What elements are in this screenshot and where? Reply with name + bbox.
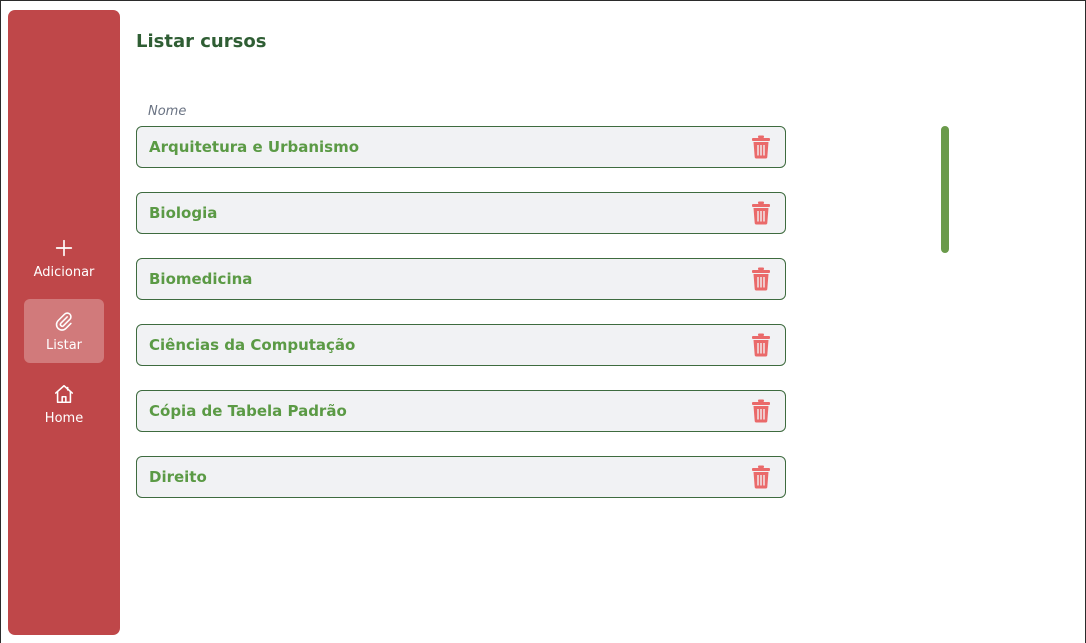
- sidebar: Adicionar Listar Home: [8, 10, 120, 635]
- trash-icon: [752, 333, 770, 357]
- window-frame: [0, 0, 1086, 643]
- trash-icon: [752, 267, 770, 291]
- list-item[interactable]: Cópia de Tabela Padrão: [136, 390, 786, 432]
- list-item[interactable]: Arquitetura e Urbanismo: [136, 126, 786, 168]
- delete-button[interactable]: [749, 200, 773, 226]
- home-icon: [54, 384, 74, 403]
- plus-icon: [55, 239, 73, 256]
- paperclip-icon: [55, 311, 72, 331]
- sidebar-item-home[interactable]: Home: [24, 372, 104, 436]
- delete-button[interactable]: [749, 332, 773, 358]
- trash-icon: [752, 399, 770, 423]
- course-name: Direito: [149, 468, 207, 486]
- trash-icon: [752, 465, 770, 489]
- course-name: Arquitetura e Urbanismo: [149, 138, 360, 156]
- list-item[interactable]: Ciências da Computação: [136, 324, 786, 366]
- scrollbar-thumb[interactable]: [941, 126, 949, 253]
- sidebar-item-label: Adicionar: [33, 264, 95, 280]
- course-name: Biomedicina: [149, 270, 253, 288]
- list-item[interactable]: Biomedicina: [136, 258, 786, 300]
- sidebar-item-label: Listar: [45, 337, 83, 353]
- sidebar-item-listar[interactable]: Listar: [24, 299, 104, 363]
- course-name: Biologia: [149, 204, 218, 222]
- delete-button[interactable]: [749, 398, 773, 424]
- trash-icon: [752, 201, 770, 225]
- list-item[interactable]: Biologia: [136, 192, 786, 234]
- sidebar-item-adicionar[interactable]: Adicionar: [24, 226, 104, 290]
- sidebar-item-label: Home: [44, 410, 84, 426]
- course-name: Ciências da Computação: [149, 336, 356, 354]
- column-header-nome: Nome: [148, 104, 187, 119]
- trash-icon: [752, 135, 770, 159]
- delete-button[interactable]: [749, 266, 773, 292]
- course-name: Cópia de Tabela Padrão: [149, 402, 347, 420]
- page-title: Listar cursos: [136, 31, 267, 52]
- delete-button[interactable]: [749, 134, 773, 160]
- list-item[interactable]: Direito: [136, 456, 786, 498]
- delete-button[interactable]: [749, 464, 773, 490]
